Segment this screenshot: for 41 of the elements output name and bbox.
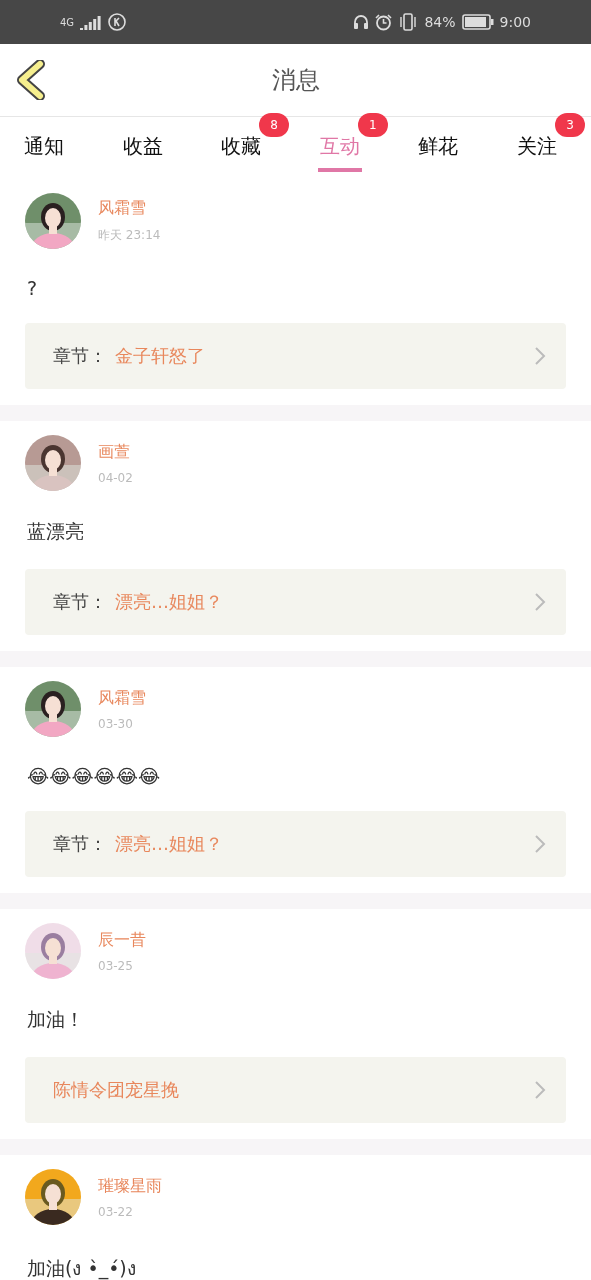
message-time: 03-25 [98, 958, 134, 973]
tab[interactable]: 收益 [120, 124, 165, 172]
message-text: ? [27, 277, 39, 299]
back-chevron-icon[interactable] [16, 60, 46, 100]
chevron-right-icon [534, 592, 546, 612]
chevron-right-icon [534, 834, 546, 854]
chevron-right-icon [534, 1080, 546, 1100]
chevron-right-icon [534, 346, 546, 366]
clock-time: 9:00 [499, 14, 531, 30]
chapter-link[interactable]: 章节： 漂亮…姐姐？ [25, 569, 566, 635]
message-text: 加油！ [27, 1007, 85, 1032]
network-type: 4G [60, 16, 75, 28]
tab[interactable]: 鲜花 [416, 124, 461, 172]
chapter-label: 章节： [53, 344, 107, 368]
battery-percent: 84% [424, 14, 456, 30]
k-circle-icon [108, 13, 127, 31]
tab[interactable]: 通知 [22, 124, 66, 172]
count-badge: 8 [259, 112, 290, 137]
chapter-link[interactable]: 章节： 金子轩怒了 [25, 323, 566, 389]
alarm-icon [375, 13, 393, 31]
chapter-title: 金子轩怒了 [115, 344, 206, 368]
chapter-link[interactable]: 章节： 漂亮…姐姐？ [25, 811, 566, 877]
message-time: 04-02 [98, 470, 133, 485]
chapter-title: 漂亮…姐姐？ [115, 832, 224, 856]
chapter-label: 章节： [53, 590, 107, 614]
message-time: 03-22 [98, 1204, 134, 1219]
message-text: 蓝漂亮 [27, 519, 85, 544]
headphones-icon [353, 14, 370, 30]
message-time: 昨天 23:14 [98, 227, 161, 244]
message-text: 加油(ง •̀_•́)ง [27, 1256, 137, 1280]
count-badge: 1 [357, 112, 388, 137]
message-text: 😂😂😂😂😂😂 [27, 765, 162, 787]
message-time: 03-30 [98, 716, 134, 731]
page-title: 消息 [271, 65, 320, 96]
vibrate-icon [398, 13, 419, 31]
chapter-label: 章节： [53, 832, 107, 856]
signal-icon [80, 14, 103, 30]
chapter-title: 漂亮…姐姐？ [115, 590, 224, 614]
battery-icon [461, 14, 494, 30]
chapter-title: 陈情令团宠星挽 [53, 1078, 180, 1102]
count-badge: 3 [554, 112, 585, 137]
